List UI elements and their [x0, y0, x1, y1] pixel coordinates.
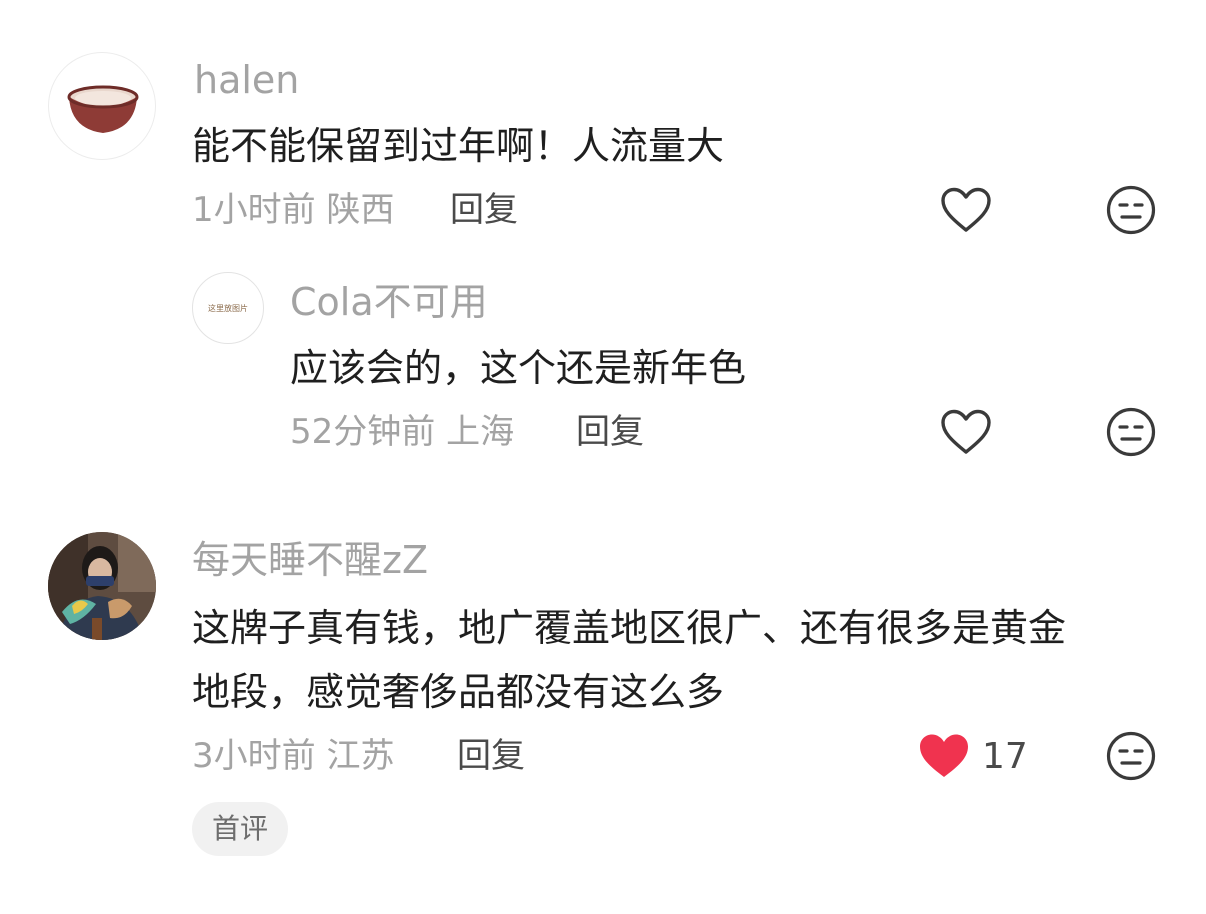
heart-filled-icon	[920, 734, 968, 777]
dislike-button[interactable]	[1103, 404, 1159, 460]
user-photo-image	[48, 532, 156, 640]
dislike-face-icon	[1106, 185, 1156, 235]
reply-button[interactable]: 回复	[450, 188, 518, 232]
first-comment-badge: 首评	[192, 802, 289, 856]
comment-location: 陕西	[326, 190, 395, 230]
comment-meta: 3小时前 江苏	[192, 734, 394, 778]
reply-time: 52分钟前	[290, 412, 436, 452]
avatar-placeholder-text: 这里放图片	[208, 303, 248, 313]
like-button-active[interactable]	[916, 728, 972, 784]
avatar-halen[interactable]	[48, 52, 156, 160]
reply-button[interactable]: 回复	[576, 410, 644, 454]
avatar-cola[interactable]: 这里放图片	[192, 272, 264, 344]
like-button[interactable]	[938, 182, 994, 238]
comment-username[interactable]: halen	[194, 56, 299, 104]
reply-username[interactable]: Cola不可用	[290, 278, 488, 326]
reply-location: 上海	[446, 412, 515, 452]
dislike-face-icon	[1106, 731, 1156, 781]
dislike-face-icon	[1106, 407, 1156, 457]
like-count: 17	[982, 736, 1028, 777]
comment-text-line-2[interactable]: 地段，感觉奢侈品都没有这么多	[192, 660, 724, 724]
comment-location: 江苏	[326, 736, 395, 776]
dislike-button[interactable]	[1103, 182, 1159, 238]
avatar-user-photo[interactable]	[48, 532, 156, 640]
comment-time: 3小时前	[192, 736, 316, 776]
reply-meta: 52分钟前 上海	[290, 410, 514, 454]
reply-button[interactable]: 回复	[457, 734, 525, 778]
comment-username[interactable]: 每天睡不醒zZ	[192, 536, 428, 584]
heart-outline-icon	[941, 409, 991, 454]
comment-text-line-1[interactable]: 这牌子真有钱，地广覆盖地区很广、还有很多是黄金	[192, 596, 1066, 660]
reply-text[interactable]: 应该会的，这个还是新年色	[290, 336, 746, 400]
dislike-button[interactable]	[1103, 728, 1159, 784]
comment-text[interactable]: 能不能保留到过年啊！人流量大	[192, 114, 724, 178]
comment-time: 1小时前	[192, 190, 316, 230]
comment-meta: 1小时前 陕西	[192, 188, 394, 232]
heart-outline-icon	[941, 187, 991, 232]
bowl-avatar-image	[67, 85, 139, 133]
like-button[interactable]	[938, 404, 994, 460]
